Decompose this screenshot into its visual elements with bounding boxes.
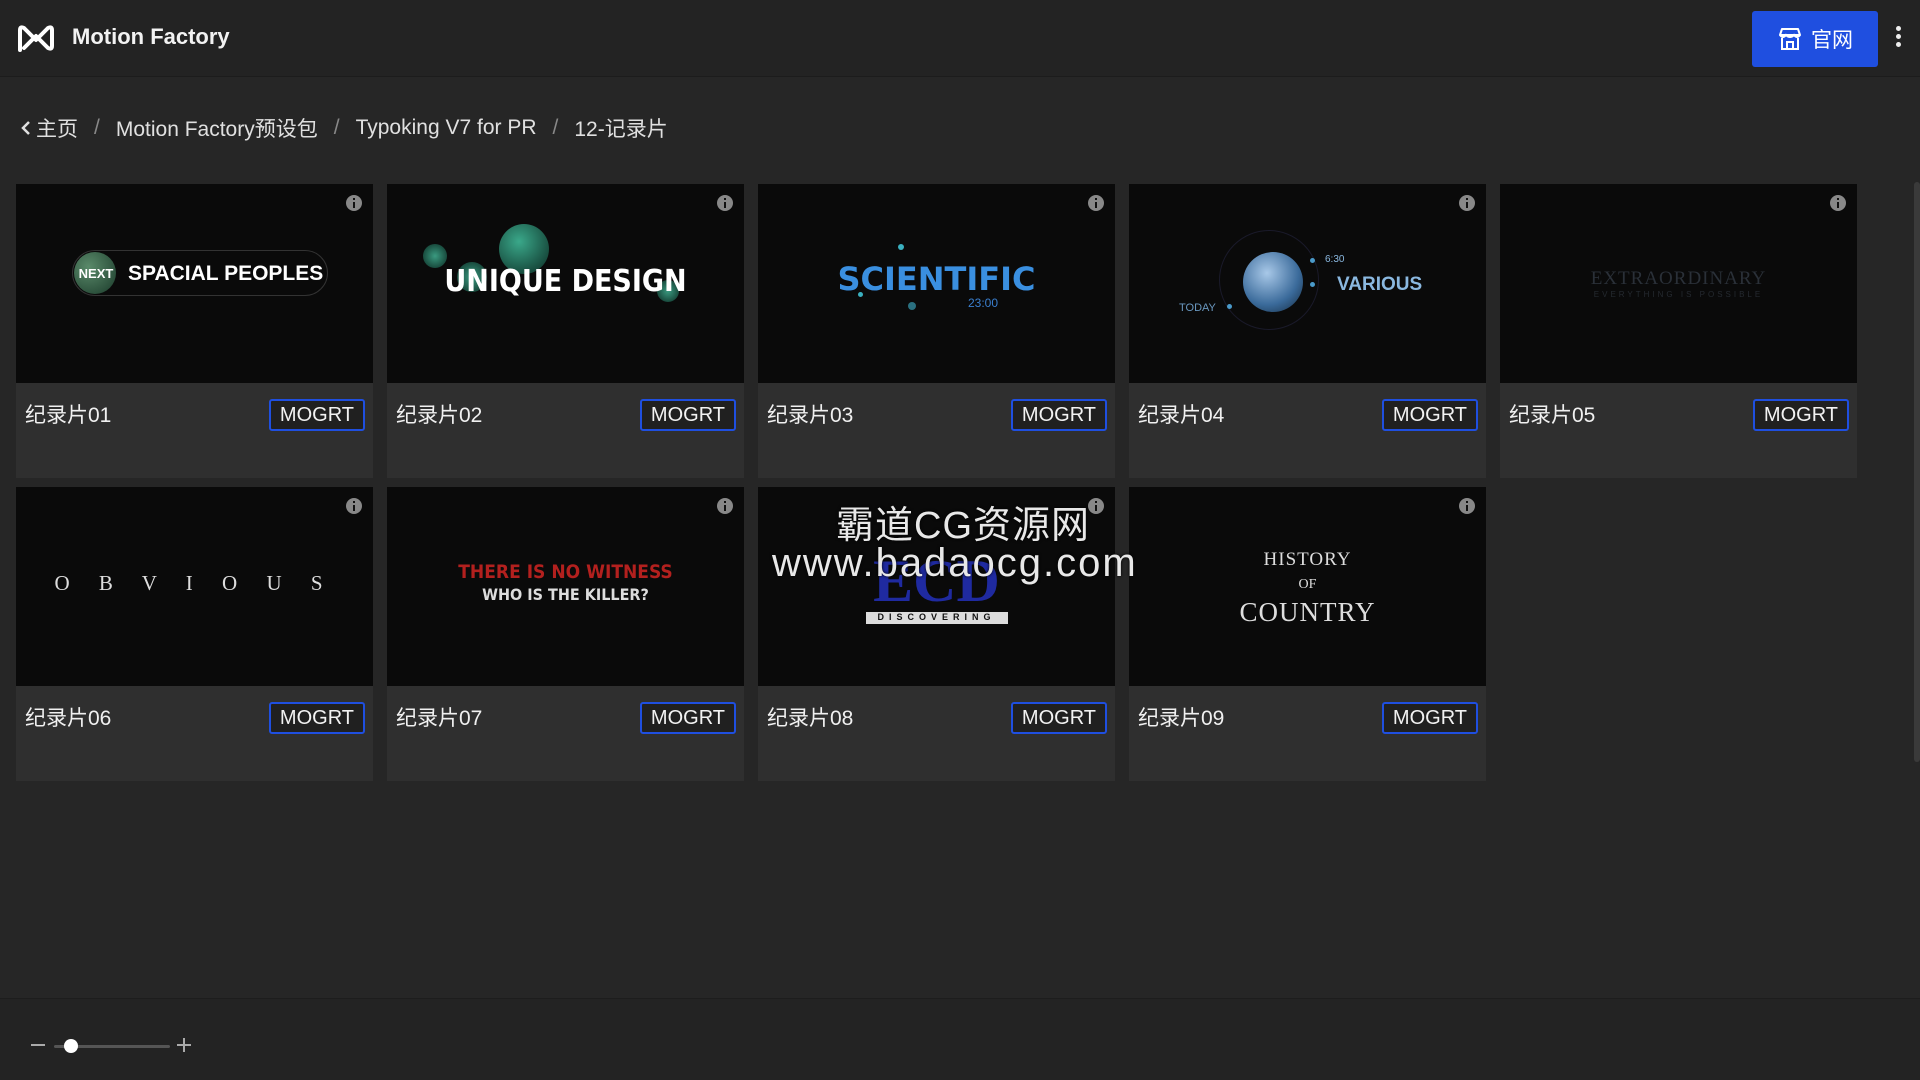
card-title: 纪录片07	[396, 707, 483, 730]
mogrt-badge: MOGRT	[1381, 399, 1478, 431]
info-icon[interactable]	[716, 194, 734, 212]
card-title: 纪录片09	[1138, 707, 1225, 730]
card-title: 纪录片06	[25, 707, 112, 730]
info-icon[interactable]	[1087, 194, 1105, 212]
mogrt-badge: MOGRT	[1010, 399, 1107, 431]
thumb-text: SCIENTIFIC	[837, 260, 1036, 298]
app-title: Motion Factory	[72, 24, 230, 49]
zoom-in-icon[interactable]	[177, 1038, 191, 1052]
thumb-text: UNIQUE DESIGN	[444, 264, 687, 299]
official-site-button[interactable]: 官网	[1752, 11, 1878, 67]
info-icon[interactable]	[345, 497, 363, 515]
thumbnail: THERE IS NO WITNESS WHO IS THE KILLER?	[387, 487, 744, 686]
breadcrumb: 主页 / Motion Factory预设包 / Typoking V7 for…	[20, 113, 668, 143]
footer-bar	[0, 998, 1920, 1080]
breadcrumb-preset-pack[interactable]: Motion Factory预设包	[116, 113, 318, 143]
chevron-left-icon[interactable]	[20, 120, 32, 136]
mogrt-badge: MOGRT	[1010, 702, 1107, 734]
thumb-sub: WHO IS THE KILLER?	[482, 585, 649, 604]
mogrt-badge: MOGRT	[1381, 702, 1478, 734]
breadcrumb-current: 12-记录片	[574, 118, 668, 141]
thumb-text: THERE IS NO WITNESS	[458, 561, 673, 583]
info-icon[interactable]	[716, 497, 734, 515]
card-title: 纪录片08	[767, 707, 854, 730]
mogrt-badge: MOGRT	[639, 399, 736, 431]
thumbnail: O B V I O U S	[16, 487, 373, 686]
template-card[interactable]: VARIOUS 6:30 TODAY 纪录片04 MOGRT	[1129, 184, 1486, 478]
template-card[interactable]: EXTRAORDINARY EVERYTHING IS POSSIBLE 纪录片…	[1500, 184, 1857, 478]
mogrt-badge: MOGRT	[268, 702, 365, 734]
breadcrumb-home[interactable]: 主页	[36, 113, 78, 143]
mogrt-badge: MOGRT	[639, 702, 736, 734]
thumb-sub: TODAY	[1179, 302, 1216, 314]
watermark-line2: www.badaocg.com	[772, 541, 1138, 585]
motion-factory-logo-icon	[18, 25, 54, 52]
store-icon	[1779, 28, 1801, 50]
template-card[interactable]: THERE IS NO WITNESS WHO IS THE KILLER? 纪…	[387, 487, 744, 781]
template-card[interactable]: SCIENTIFIC 23:00 纪录片03 MOGRT	[758, 184, 1115, 478]
breadcrumb-typoking[interactable]: Typoking V7 for PR	[356, 116, 537, 140]
thumb-sub: COUNTRY	[1239, 597, 1376, 627]
card-title: 纪录片01	[25, 404, 112, 427]
thumb-mid: OF	[1298, 577, 1317, 592]
mogrt-badge: MOGRT	[1752, 399, 1849, 431]
template-card[interactable]: UNIQUE DESIGN 纪录片02 MOGRT	[387, 184, 744, 478]
info-icon[interactable]	[1458, 194, 1476, 212]
breadcrumb-separator: /	[94, 116, 100, 139]
thumb-text: EXTRAORDINARY	[1590, 268, 1767, 289]
card-title: 纪录片04	[1138, 404, 1225, 427]
thumbnail: NEXT SPACIAL PEOPLES	[16, 184, 373, 383]
zoom-out-icon[interactable]	[31, 1044, 45, 1046]
info-icon[interactable]	[1458, 497, 1476, 515]
thumbnail: SCIENTIFIC 23:00	[758, 184, 1115, 383]
more-vertical-icon[interactable]	[1892, 26, 1904, 52]
thumbnail: VARIOUS 6:30 TODAY	[1129, 184, 1486, 383]
thumb-text: O B V I O U S	[54, 571, 335, 595]
thumb-text: HISTORY	[1263, 549, 1352, 570]
thumbnail: HISTORY OF COUNTRY	[1129, 487, 1486, 686]
breadcrumb-separator: /	[552, 116, 559, 139]
card-title: 纪录片02	[396, 404, 483, 427]
template-card[interactable]: O B V I O U S 纪录片06 MOGRT	[16, 487, 373, 781]
thumbnail: UNIQUE DESIGN	[387, 184, 744, 383]
template-card[interactable]: HISTORY OF COUNTRY 纪录片09 MOGRT	[1129, 487, 1486, 781]
zoom-slider-thumb[interactable]	[64, 1039, 79, 1053]
thumb-sub: EVERYTHING IS POSSIBLE	[1593, 290, 1764, 299]
thumbnail: EXTRAORDINARY EVERYTHING IS POSSIBLE	[1500, 184, 1857, 383]
thumb-text: SPACIAL PEOPLES	[128, 262, 324, 285]
card-title: 纪录片05	[1509, 404, 1596, 427]
thumb-time: 6:30	[1325, 254, 1345, 265]
mogrt-badge: MOGRT	[268, 399, 365, 431]
thumb-text: VARIOUS	[1337, 274, 1423, 295]
card-title: 纪录片03	[767, 404, 854, 427]
breadcrumb-separator: /	[333, 116, 340, 139]
vertical-scrollbar[interactable]	[1914, 182, 1920, 762]
thumb-sub: 23:00	[968, 296, 999, 310]
thumb-sub: DISCOVERING	[877, 612, 996, 622]
thumb-sub: NEXT	[78, 266, 114, 281]
info-icon[interactable]	[1829, 194, 1847, 212]
app-header: Motion Factory 官网	[0, 0, 1920, 77]
template-card[interactable]: NEXT SPACIAL PEOPLES 纪录片01 MOGRT	[16, 184, 373, 478]
official-site-label: 官网	[1811, 29, 1853, 52]
info-icon[interactable]	[345, 194, 363, 212]
